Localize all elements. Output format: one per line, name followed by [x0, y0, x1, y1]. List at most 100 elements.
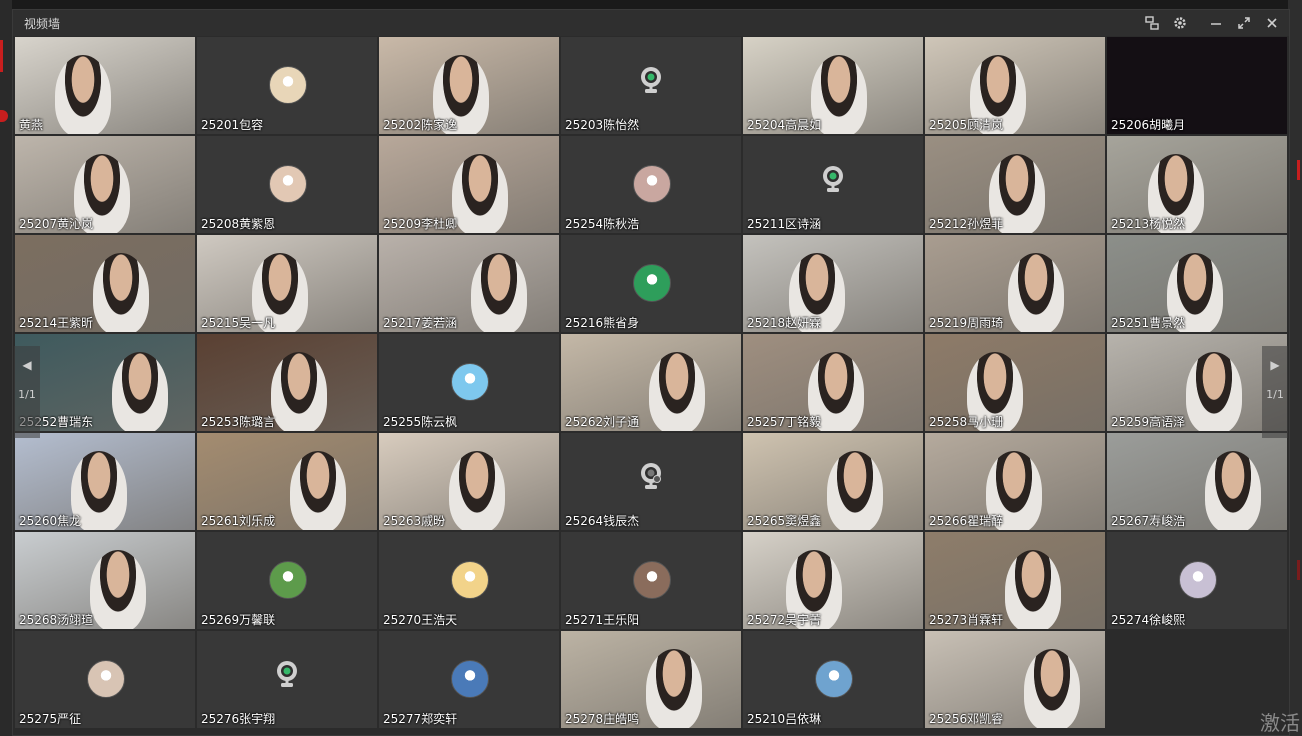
participant-tile[interactable]: 25261刘乐成	[197, 433, 377, 530]
participant-name: 25215吴一凡	[201, 316, 276, 330]
participant-tile[interactable]: 25252曹瑞东	[15, 334, 195, 431]
participant-tile[interactable]: 25275严征	[15, 631, 195, 728]
participant-tile[interactable]: 25202陈家逸	[379, 37, 559, 134]
participant-tile[interactable]: 25276张宇翔	[197, 631, 377, 728]
participant-tile[interactable]: 25264钱辰杰	[561, 433, 741, 530]
switch-view-icon[interactable]	[1143, 14, 1161, 32]
participant-tile[interactable]: 25204高晨如	[743, 37, 923, 134]
participant-figure	[827, 451, 883, 530]
participant-name: 25276张宇翔	[201, 712, 276, 726]
participant-tile[interactable]: 25209李杜卿	[379, 136, 559, 233]
participant-name: 25278庄皓鸣	[565, 712, 640, 726]
participant-tile[interactable]: 25267寿峻浩	[1107, 433, 1287, 530]
participant-figure	[452, 154, 508, 233]
participant-figure	[271, 352, 327, 431]
page-next-button[interactable]: ▶ 1/1	[1262, 346, 1288, 438]
minimize-icon[interactable]	[1207, 14, 1225, 32]
participant-name: 25265窦煜鑫	[747, 514, 822, 528]
participant-figure	[55, 55, 111, 134]
profile-avatar	[269, 165, 307, 203]
participant-tile[interactable]: 25274徐峻熙	[1107, 532, 1287, 629]
participant-tile[interactable]: 25219周雨琦	[925, 235, 1105, 332]
participant-name: 25257丁铭毅	[747, 415, 822, 429]
participant-name: 25209李杜卿	[383, 217, 458, 231]
participant-tile[interactable]: 25278庄皓鸣	[561, 631, 741, 728]
video-grid: 黄燕 25201包容 25202陈家逸 25203陈怡然 25204高晨如 25205顾清…	[15, 37, 1289, 729]
webcam-icon	[823, 166, 843, 192]
participant-tile[interactable]: 25268汤翊瑄	[15, 532, 195, 629]
participant-tile[interactable]: 25260焦龙	[15, 433, 195, 530]
participant-tile[interactable]: 25263戚昐	[379, 433, 559, 530]
close-icon[interactable]	[1263, 14, 1281, 32]
participant-figure	[1024, 649, 1080, 728]
participant-tile[interactable]: 25214王紫昕	[15, 235, 195, 332]
participant-tile[interactable]: 25210吕依琳	[743, 631, 923, 728]
maximize-icon[interactable]	[1235, 14, 1253, 32]
participant-tile[interactable]: 25270王浩天	[379, 532, 559, 629]
page-prev-button[interactable]: ◀ 1/1	[14, 346, 40, 438]
participant-tile[interactable]: 25255陈云枫	[379, 334, 559, 431]
participant-tile[interactable]: 25211区诗涵	[743, 136, 923, 233]
participant-tile[interactable]: 25257丁铭毅	[743, 334, 923, 431]
participant-name: 25213杨悦然	[1111, 217, 1186, 231]
participant-name: 25270王浩天	[383, 613, 458, 627]
title-bar[interactable]: 视频墙	[13, 10, 1289, 36]
participant-name: 25262刘子通	[565, 415, 640, 429]
participant-tile[interactable]: 25272吴宇菁	[743, 532, 923, 629]
participant-tile[interactable]: 25266瞿瑞醉	[925, 433, 1105, 530]
participant-tile[interactable]: 25218赵妍霖	[743, 235, 923, 332]
profile-avatar	[451, 363, 489, 401]
participant-tile[interactable]: 25258马小珊	[925, 334, 1105, 431]
participant-name: 25271王乐阳	[565, 613, 640, 627]
participant-name: 25253陈璐言	[201, 415, 276, 429]
chevron-left-icon: ◀	[22, 358, 32, 372]
participant-tile[interactable]: 25271王乐阳	[561, 532, 741, 629]
participant-tile[interactable]: 25212孙煜菲	[925, 136, 1105, 233]
participant-tile[interactable]: 25256邓凯睿	[925, 631, 1105, 728]
participant-name: 25211区诗涵	[747, 217, 822, 231]
participant-figure	[1186, 352, 1242, 431]
profile-avatar	[269, 561, 307, 599]
participant-figure	[93, 253, 149, 332]
participant-tile[interactable]: 25203陈怡然	[561, 37, 741, 134]
participant-name: 25208黄紫恩	[201, 217, 276, 231]
participant-tile[interactable]: 25277郑奕轩	[379, 631, 559, 728]
participant-figure	[449, 451, 505, 530]
participant-name: 25214王紫昕	[19, 316, 94, 330]
participant-tile[interactable]: 黄燕	[15, 37, 195, 134]
profile-avatar	[815, 660, 853, 698]
participant-tile[interactable]: 25269万馨联	[197, 532, 377, 629]
participant-tile[interactable]: 25201包容	[197, 37, 377, 134]
window-title: 视频墙	[24, 17, 61, 31]
participant-tile[interactable]: 25208黄紫恩	[197, 136, 377, 233]
webcam-off-icon	[641, 463, 661, 489]
participant-name: 25272吴宇菁	[747, 613, 822, 627]
participant-tile[interactable]: 25217姜若涵	[379, 235, 559, 332]
participant-tile[interactable]: 25253陈璐言	[197, 334, 377, 431]
profile-avatar	[1179, 561, 1217, 599]
webcam-icon	[641, 67, 661, 93]
participant-tile[interactable]: 25265窦煜鑫	[743, 433, 923, 530]
participant-name: 25204高晨如	[747, 118, 822, 132]
participant-tile[interactable]: 25215吴一凡	[197, 235, 377, 332]
participant-name: 25251曹景然	[1111, 316, 1186, 330]
participant-tile[interactable]: 25273肖霖轩	[925, 532, 1105, 629]
participant-tile[interactable]: 25251曹景然	[1107, 235, 1287, 332]
participant-tile[interactable]: 25259高语泽	[1107, 334, 1287, 431]
participant-name: 25261刘乐成	[201, 514, 276, 528]
participant-figure	[1205, 451, 1261, 530]
gear-icon[interactable]	[1171, 14, 1189, 32]
participant-tile[interactable]: 25262刘子通	[561, 334, 741, 431]
webcam-icon	[277, 661, 297, 687]
participant-tile[interactable]: 25207黄沁岚	[15, 136, 195, 233]
participant-name: 25260焦龙	[19, 514, 82, 528]
participant-tile[interactable]: 25205顾清岚	[925, 37, 1105, 134]
profile-avatar	[633, 165, 671, 203]
participant-tile[interactable]: 25254陈秋浩	[561, 136, 741, 233]
participant-tile[interactable]: 25213杨悦然	[1107, 136, 1287, 233]
background-red-dot	[0, 110, 8, 122]
participant-tile[interactable]: 25206胡曦月	[1107, 37, 1287, 134]
activation-watermark: 激活	[1260, 711, 1300, 735]
participant-tile[interactable]: 25216熊省身	[561, 235, 741, 332]
participant-figure	[471, 253, 527, 332]
